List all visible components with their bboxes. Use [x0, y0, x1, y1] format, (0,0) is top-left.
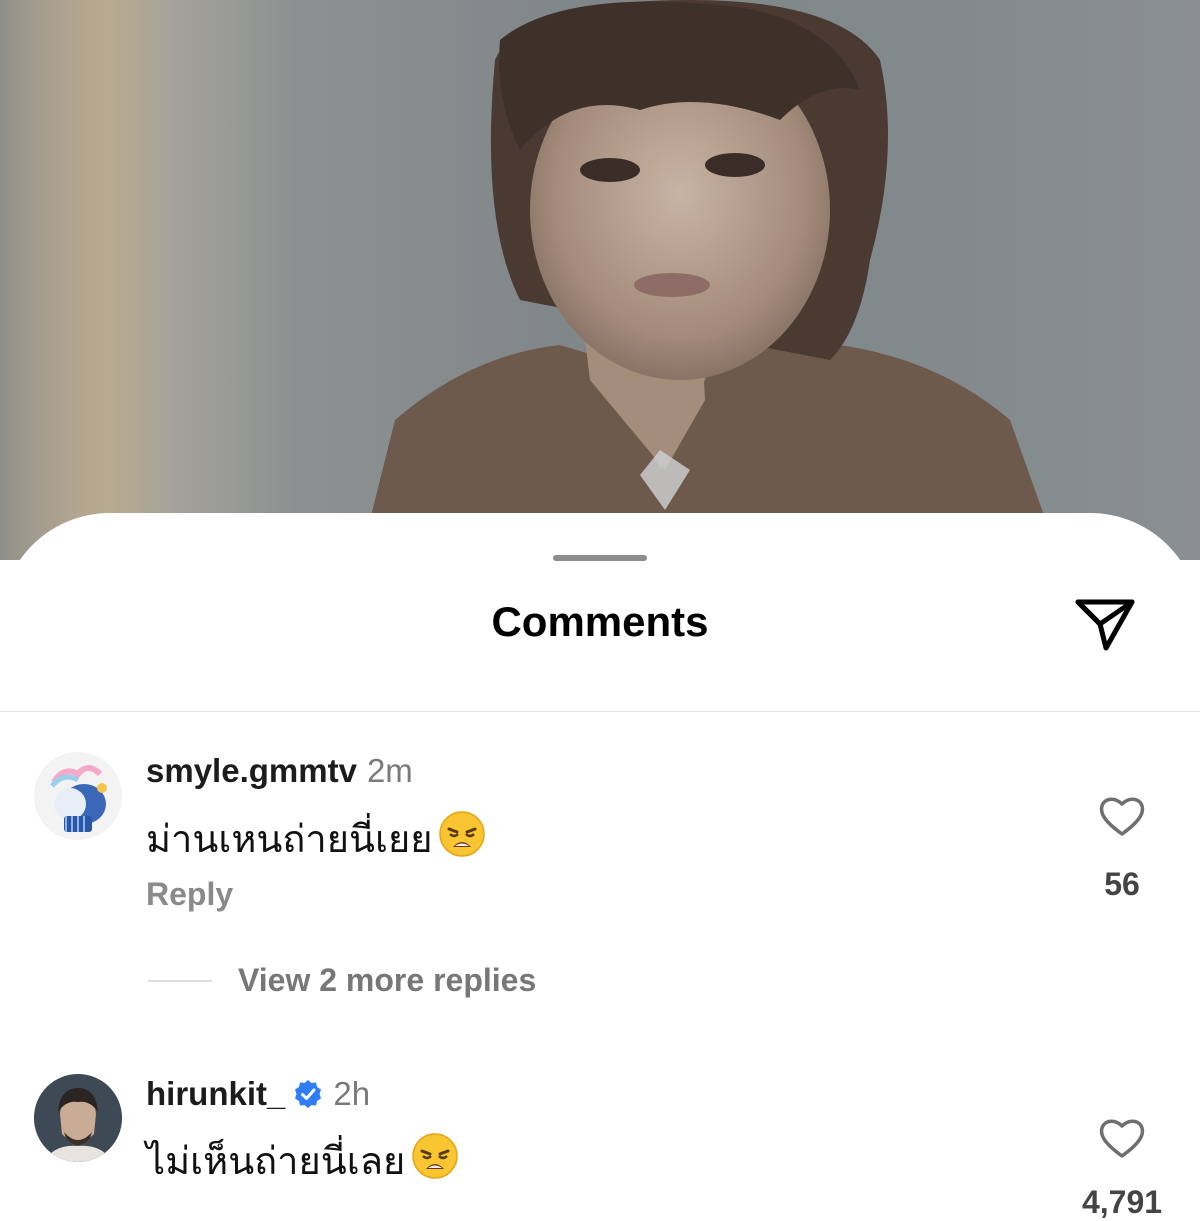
comment-body: ไม่เห็นถ่ายนี่เลย	[146, 1141, 406, 1183]
avatar-mascot-icon	[34, 752, 122, 840]
comment-text: ไม่เห็นถ่ายนี่เลย	[146, 1130, 459, 1191]
comment-username[interactable]: hirunkit_ 2h	[146, 1075, 370, 1113]
replies-thread-line	[148, 980, 212, 982]
like-count: 4,791	[1081, 1184, 1163, 1220]
like-count: 56	[1104, 866, 1140, 902]
view-more-replies-button[interactable]: View 2 more replies	[238, 962, 536, 999]
weary-face-emoji-icon	[439, 811, 486, 857]
comment-body: ม่านเหนถ่ายนี่เยย	[146, 819, 433, 861]
post-photo	[0, 0, 1200, 560]
like-heart-icon[interactable]	[1098, 1116, 1146, 1160]
avatar-portrait-icon	[34, 1074, 122, 1162]
comment-text: ม่านเหนถ่ายนี่เยย	[146, 808, 486, 869]
header-divider	[0, 711, 1200, 712]
sheet-title: Comments	[491, 598, 709, 645]
verified-badge-icon	[295, 1080, 322, 1108]
share-paper-plane-icon[interactable]	[1072, 594, 1138, 654]
like-heart-icon[interactable]	[1098, 794, 1146, 838]
username-text[interactable]: hirunkit_	[146, 1075, 285, 1112]
reply-button[interactable]: Reply	[146, 876, 233, 913]
username-text[interactable]: smyle.gmmtv	[146, 752, 357, 789]
avatar[interactable]	[34, 1074, 122, 1162]
weary-face-emoji-icon	[412, 1133, 459, 1179]
sheet-drag-handle[interactable]	[553, 555, 647, 561]
avatar[interactable]	[34, 752, 122, 840]
comment-timestamp: 2m	[366, 752, 413, 789]
person-silhouette	[360, 0, 1060, 560]
comment-username[interactable]: smyle.gmmtv 2m	[146, 752, 413, 790]
comment-timestamp: 2h	[333, 1075, 371, 1112]
